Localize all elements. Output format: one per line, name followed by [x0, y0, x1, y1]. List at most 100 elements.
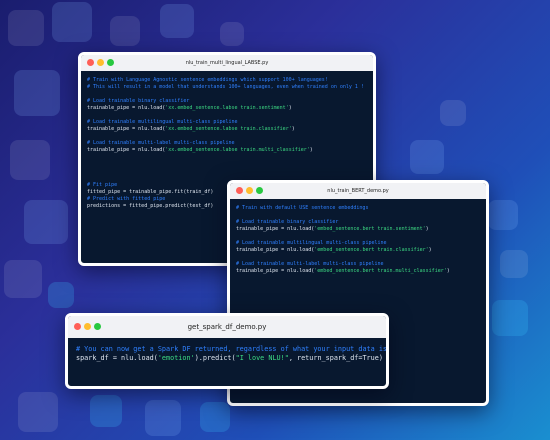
- background-tile: [488, 200, 518, 230]
- code-text: ): [291, 126, 295, 132]
- code-text: ).predict(: [194, 354, 236, 362]
- background-tile: [4, 260, 42, 298]
- background-tile: [8, 10, 44, 46]
- background-tile: [410, 140, 444, 174]
- code-text: ): [428, 247, 432, 253]
- code-text: trainable_pipe = nlu.load(: [87, 105, 166, 111]
- code-line: # Load trainable multilingual multi-clas…: [87, 119, 367, 126]
- close-dot-icon[interactable]: [236, 187, 243, 194]
- code-text: trainable_pipe = nlu.load(: [236, 247, 315, 253]
- close-dot-icon[interactable]: [74, 323, 81, 330]
- code-string: 'emotion': [157, 354, 195, 362]
- code-line: trainable_pipe = nlu.load('xx.embed_sent…: [87, 105, 367, 112]
- minimize-dot-icon[interactable]: [84, 323, 91, 330]
- code-comment: # Load trainable multilingual multi-clas…: [87, 119, 238, 125]
- background-tile: [18, 392, 58, 432]
- background-tile: [145, 400, 181, 436]
- code-text: ): [425, 226, 429, 232]
- background-tile: [200, 402, 230, 432]
- maximize-dot-icon[interactable]: [94, 323, 101, 330]
- background-tile: [90, 395, 122, 427]
- code-string: 'embed_sentence.bert train.classifier': [314, 247, 429, 253]
- code-string: 'embed_sentence.bert train.multi_classif…: [314, 268, 447, 274]
- code-comment: # Load trainable multi-label multi-class…: [87, 140, 235, 146]
- window-title: nlu_train_BERT_demo.py: [327, 188, 389, 194]
- background-tile: [48, 282, 74, 308]
- code-text: ): [446, 268, 450, 274]
- code-string: 'xx.embed_sentence.labse train.sentiment…: [165, 105, 289, 111]
- code-line: # Load trainable binary classifier: [87, 98, 367, 105]
- code-line: trainable_pipe = nlu.load('embed_sentenc…: [236, 268, 480, 275]
- code-string: 'xx.embed_sentence.labse train.classifie…: [165, 126, 292, 132]
- close-dot-icon[interactable]: [87, 59, 94, 66]
- background-tile: [14, 70, 60, 116]
- window-titlebar[interactable]: nlu_train_multi_lingual_LABSE.py: [81, 55, 373, 71]
- window-title: nlu_train_multi_lingual_LABSE.py: [185, 60, 269, 66]
- maximize-dot-icon[interactable]: [256, 187, 263, 194]
- code-text: spark_df = nlu.load(: [76, 354, 158, 362]
- code-string: "I love NLU!": [235, 354, 289, 362]
- code-text: , return_spark_df=True): [288, 354, 383, 362]
- background-tile: [440, 100, 466, 126]
- code-area[interactable]: # You can now get a Spark DF returned, r…: [68, 338, 386, 370]
- background-tile: [492, 300, 528, 336]
- code-string: 'embed_sentence.bert train.sentiment': [314, 226, 426, 232]
- code-comment: # Load trainable binary classifier: [236, 219, 339, 225]
- code-area[interactable]: # Train with default USE sentence embedd…: [230, 199, 486, 281]
- window-title: get_spark_df_demo.py: [187, 323, 267, 331]
- code-line: # Load trainable multilingual multi-clas…: [236, 240, 480, 247]
- background-tile: [110, 16, 140, 46]
- code-comment: # Load trainable binary classifier: [87, 98, 190, 104]
- code-comment: # Train with Language Agnostic sentence …: [87, 77, 328, 83]
- window-titlebar[interactable]: nlu_train_BERT_demo.py: [230, 183, 486, 199]
- maximize-dot-icon[interactable]: [107, 59, 114, 66]
- code-text: trainable_pipe = nlu.load(: [87, 126, 166, 132]
- code-line: # Load trainable multi-label multi-class…: [236, 261, 480, 268]
- code-line: # This will result in a model that under…: [87, 84, 367, 91]
- code-line: trainable_pipe = nlu.load('embed_sentenc…: [236, 247, 480, 254]
- code-comment: # Load trainable multilingual multi-clas…: [236, 240, 387, 246]
- code-line: # You can now get a Spark DF returned, r…: [76, 345, 386, 354]
- code-comment: # Fit pipe: [87, 182, 118, 188]
- code-text: trainable_pipe = nlu.load(: [236, 226, 315, 232]
- code-text: ): [309, 147, 313, 153]
- window-titlebar[interactable]: get_spark_df_demo.py: [68, 316, 386, 338]
- code-text: trainable_pipe = nlu.load(: [87, 147, 166, 153]
- code-comment: # Predict with fitted pipe: [87, 196, 166, 202]
- code-line: trainable_pipe = nlu.load('xx.embed_sent…: [87, 126, 367, 133]
- editor-window-spark-df[interactable]: get_spark_df_demo.py # You can now get a…: [65, 313, 389, 389]
- code-comment: # Load trainable multi-label multi-class…: [236, 261, 384, 267]
- code-text: predictions = fitted_pipe.predict(test_d…: [87, 203, 214, 209]
- code-text: fitted_pipe = trainable_pipe.fit(train_d…: [87, 189, 214, 195]
- code-line: # Train with default USE sentence embedd…: [236, 205, 480, 212]
- code-comment: # Train with default USE sentence embedd…: [236, 205, 369, 211]
- code-text: ): [288, 105, 292, 111]
- background-tile: [220, 22, 244, 46]
- background-tile: [160, 4, 194, 38]
- code-comment: # This will result in a model that under…: [87, 84, 364, 90]
- code-line: # Train with Language Agnostic sentence …: [87, 77, 367, 84]
- background-tile: [24, 200, 68, 244]
- minimize-dot-icon[interactable]: [246, 187, 253, 194]
- code-text: trainable_pipe = nlu.load(: [236, 268, 315, 274]
- code-line: spark_df = nlu.load('emotion').predict("…: [76, 354, 383, 363]
- code-line: # Load trainable binary classifier: [236, 219, 480, 226]
- background-tile: [500, 250, 528, 278]
- background-tile: [52, 2, 92, 42]
- code-line: trainable_pipe = nlu.load('embed_sentenc…: [236, 226, 480, 233]
- code-line: trainable_pipe = nlu.load('xx.embed_sent…: [87, 147, 367, 154]
- background-tile: [10, 140, 50, 180]
- minimize-dot-icon[interactable]: [97, 59, 104, 66]
- code-line: # Load trainable multi-label multi-class…: [87, 140, 367, 147]
- code-comment: # You can now get a Spark DF returned, r…: [76, 345, 389, 353]
- code-string: 'xx.embed_sentence.labse train.multi_cla…: [165, 147, 310, 153]
